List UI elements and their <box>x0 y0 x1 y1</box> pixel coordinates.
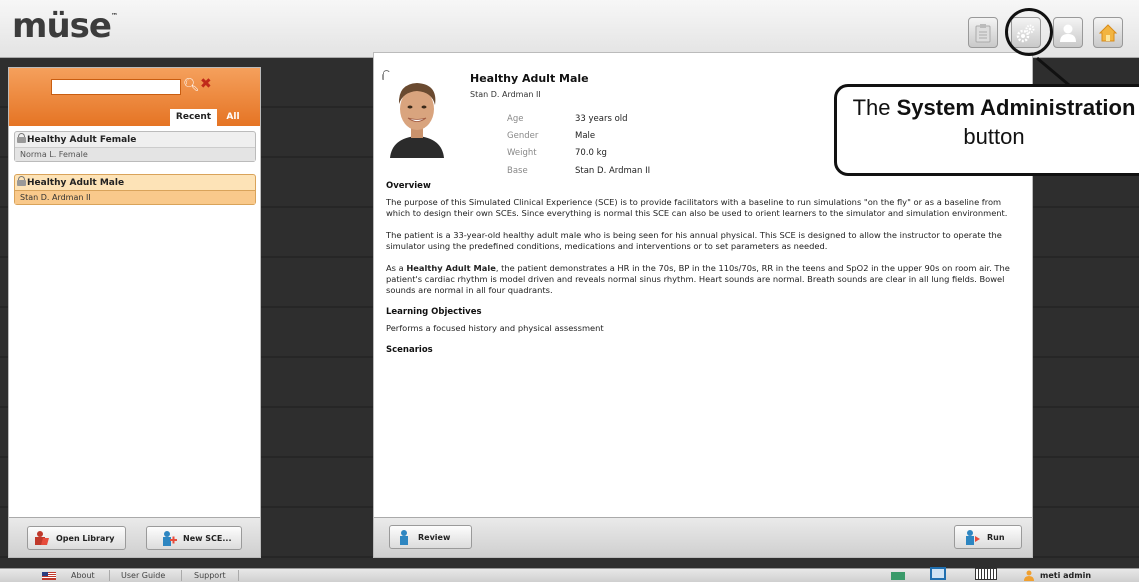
review-button[interactable]: Review <box>389 525 472 549</box>
user-guide-link[interactable]: User Guide <box>121 570 165 582</box>
overview-paragraph: The patient is a 33-year-old healthy adu… <box>386 230 1002 251</box>
library-footer: Open Library New SCE... <box>9 517 260 557</box>
overview-paragraph: The purpose of this Simulated Clinical E… <box>386 197 1008 218</box>
current-user[interactable]: meti admin <box>1040 570 1091 582</box>
sce-item-title: Healthy Adult Female <box>27 135 137 145</box>
clipboard-button[interactable] <box>968 17 998 48</box>
clear-search-icon[interactable]: ✖ <box>200 76 212 92</box>
callout-label: The System Administration button <box>834 84 1139 176</box>
monitor-icon[interactable] <box>930 567 946 580</box>
sce-library-panel: 🔍︎ ✖ Recent All Healthy Adult Female Nor… <box>8 67 261 558</box>
home-icon <box>1098 23 1118 41</box>
callout-ring <box>1005 8 1053 56</box>
user-icon <box>1060 24 1076 42</box>
open-library-button[interactable]: Open Library <box>27 526 126 550</box>
sce-item-subtitle: Stan D. Ardman II <box>15 190 255 204</box>
clipboard-icon <box>975 23 991 42</box>
muse-logo: müse™ <box>12 6 118 46</box>
search-icon[interactable]: 🔍︎ <box>183 78 200 93</box>
support-link[interactable]: Support <box>194 570 226 582</box>
objectives-heading: Learning Objectives <box>386 307 482 317</box>
run-icon <box>965 529 981 545</box>
objectives-text: Performs a focused history and physical … <box>386 323 604 333</box>
about-link[interactable]: About <box>71 570 95 582</box>
home-button[interactable] <box>1093 17 1123 48</box>
sce-item-subtitle: Norma L. Female <box>15 147 255 161</box>
open-library-icon <box>34 530 50 546</box>
user-button[interactable] <box>1053 17 1083 48</box>
sce-list-item[interactable]: Healthy Adult Female Norma L. Female <box>14 131 256 162</box>
status-indicator-icon[interactable] <box>891 572 905 580</box>
review-icon <box>396 529 412 545</box>
detail-footer: Review Run <box>374 517 1032 557</box>
add-sce-icon <box>161 530 177 546</box>
tab-recent[interactable]: Recent <box>170 109 217 126</box>
top-toolbar: müse™ <box>0 0 1139 58</box>
keyboard-icon[interactable] <box>975 568 997 580</box>
user-status-icon <box>1024 570 1034 582</box>
scenarios-heading: Scenarios <box>386 345 433 355</box>
library-header: 🔍︎ ✖ Recent All <box>9 68 260 126</box>
patient-photo <box>384 72 450 158</box>
sce-item-title: Healthy Adult Male <box>27 178 125 188</box>
sce-title: Healthy Adult Male <box>470 72 589 85</box>
tab-all[interactable]: All <box>219 109 247 126</box>
search-input[interactable] <box>51 79 181 95</box>
sce-author: Stan D. Ardman II <box>470 90 541 99</box>
sce-list-item-selected[interactable]: Healthy Adult Male Stan D. Ardman II <box>14 174 256 205</box>
run-button[interactable]: Run <box>954 525 1022 549</box>
status-bar: About User Guide Support meti admin <box>0 567 1139 582</box>
new-sce-button[interactable]: New SCE... <box>146 526 242 550</box>
flag-icon <box>42 572 56 580</box>
sce-description: Overview The purpose of this Simulated C… <box>386 181 1026 361</box>
overview-paragraph: As a Healthy Adult Male, the patient dem… <box>386 263 1010 295</box>
overview-heading: Overview <box>386 181 431 191</box>
